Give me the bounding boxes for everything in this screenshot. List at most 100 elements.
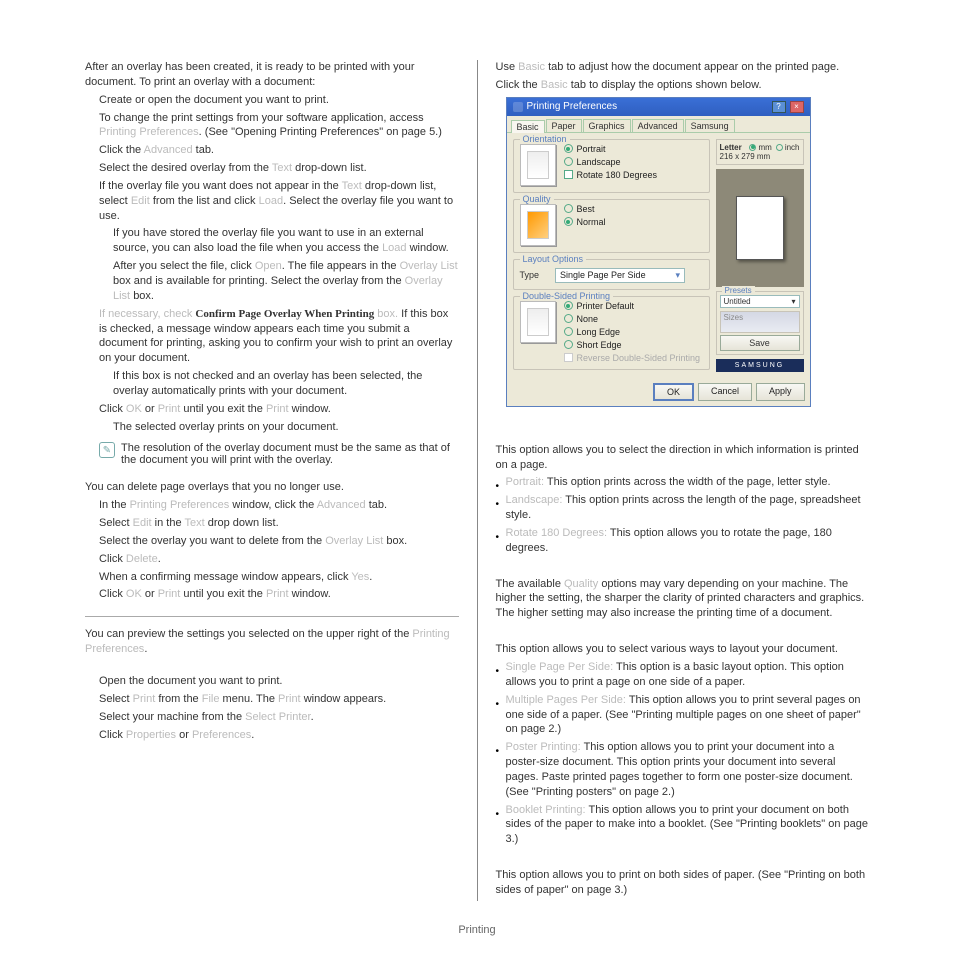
blank: Advanced <box>317 499 366 511</box>
page-footer: Printing <box>0 924 954 936</box>
quality-thumb <box>520 204 556 246</box>
paper-info: Letter mm inch 216 x 279 mm <box>716 139 804 165</box>
blank: File <box>202 693 220 705</box>
basic-intro2: Click the Basic tab to display the optio… <box>496 78 870 93</box>
blank: Advanced <box>144 144 193 156</box>
tab-samsung[interactable]: Samsung <box>685 119 735 132</box>
blank: OK <box>126 588 142 600</box>
radio-long-edge[interactable]: Long Edge <box>564 327 701 337</box>
step-sub: The selected overlay prints on your docu… <box>85 420 459 435</box>
blank: Single Page Per Side: <box>506 661 614 673</box>
group-double-sided: Double-Sided Printing Printer Default No… <box>513 296 710 370</box>
step: If the overlay file you want does not ap… <box>85 179 459 224</box>
save-button[interactable]: Save <box>720 335 800 351</box>
bullet-portrait: Portrait: This option prints across the … <box>496 475 870 490</box>
chevron-down-icon: ▾ <box>675 270 680 281</box>
dialog-title: Printing Preferences <box>527 101 618 112</box>
blank: Overlay List <box>400 260 458 272</box>
bullet-booklet: Booklet Printing: This option allows you… <box>496 803 870 848</box>
chevron-down-icon: ▾ <box>791 297 795 306</box>
blank: Printing Preferences <box>130 499 230 511</box>
dsp-thumb <box>520 301 556 343</box>
blank: Print <box>266 588 289 600</box>
group-quality: Quality Best Normal <box>513 199 710 253</box>
blank: Print <box>158 588 181 600</box>
bullet-poster: Poster Printing: This option allows you … <box>496 740 870 799</box>
page-preview <box>716 169 804 287</box>
step-sub: If you have stored the overlay file you … <box>85 226 459 256</box>
step: Select Print from the File menu. The Pri… <box>85 692 459 707</box>
blank: Preferences <box>192 729 251 741</box>
tab-paper[interactable]: Paper <box>546 119 582 132</box>
radio-printer-default[interactable]: Printer Default <box>564 301 701 311</box>
apply-button[interactable]: Apply <box>756 383 805 401</box>
orientation-desc: This option allows you to select the dir… <box>496 443 870 473</box>
overlay-intro: After an overlay has been created, it is… <box>85 60 459 90</box>
step: Select the desired overlay from the Text… <box>85 161 459 176</box>
group-orientation: Orientation Portrait Landscape Rotate 18… <box>513 139 710 193</box>
basic-intro1: Use Basic tab to adjust how the document… <box>496 60 870 75</box>
step: Click OK or Print until you exit the Pri… <box>85 402 459 417</box>
blank: Printing Preferences <box>99 126 199 138</box>
check-rotate[interactable]: Rotate 180 Degrees <box>564 170 658 180</box>
ok-button[interactable]: OK <box>653 383 694 401</box>
blank: Print <box>266 403 289 415</box>
tab-graphics[interactable]: Graphics <box>583 119 631 132</box>
layout-desc: This option allows you to select various… <box>496 642 870 657</box>
radio-none[interactable]: None <box>564 314 701 324</box>
step: In the Printing Preferences window, clic… <box>85 498 459 513</box>
step: Select the overlay you want to delete fr… <box>85 534 459 549</box>
step-confirm: If necessary, check Confirm Page Overlay… <box>85 307 459 366</box>
radio-best[interactable]: Best <box>564 204 606 214</box>
type-combo[interactable]: Single Page Per Side▾ <box>555 268 685 283</box>
blank: Multiple Pages Per Side: <box>506 694 626 706</box>
radio-landscape[interactable]: Landscape <box>564 157 658 167</box>
step: Select your machine from the Select Prin… <box>85 710 459 725</box>
unit-inch[interactable]: inch <box>776 143 800 152</box>
bullet-landscape: Landscape: This option prints across the… <box>496 493 870 523</box>
blank: Landscape: <box>506 494 563 506</box>
step-sub: If this box is not checked and an overla… <box>85 369 459 399</box>
check-reverse: Reverse Double-Sided Printing <box>564 353 701 363</box>
note-icon: ✎ <box>99 442 115 458</box>
tab-basic[interactable]: Basic <box>511 120 545 133</box>
blank: Quality <box>564 578 598 590</box>
blank: Basic <box>518 61 545 73</box>
preset-combo[interactable]: Untitled▾ <box>720 295 800 308</box>
blank: Print <box>278 693 301 705</box>
step: Click Delete. <box>85 552 459 567</box>
blank: Load <box>259 195 283 207</box>
blank: Text <box>342 180 362 192</box>
blank: Basic <box>541 79 568 91</box>
close-button[interactable]: × <box>790 101 804 113</box>
help-button[interactable]: ? <box>772 101 786 113</box>
step: Click OK or Print until you exit the Pri… <box>85 587 459 602</box>
radio-normal[interactable]: Normal <box>564 217 606 227</box>
type-label: Type <box>520 270 540 280</box>
unit-mm[interactable]: mm <box>749 143 771 152</box>
step: Open the document you want to print. <box>85 674 459 689</box>
step: Click Properties or Preferences. <box>85 728 459 743</box>
dsp-desc: This option allows you to print on both … <box>496 868 870 898</box>
cancel-button[interactable]: Cancel <box>698 383 752 401</box>
blank: Text <box>184 517 204 529</box>
preview-intro: You can preview the settings you selecte… <box>85 627 459 657</box>
group-layout: Layout Options Type Single Page Per Side… <box>513 259 710 290</box>
blank: Load <box>382 242 406 254</box>
presets-group: Presets Untitled▾ Sizes Save <box>716 291 804 355</box>
blank: OK <box>126 403 142 415</box>
blank: Print <box>133 693 156 705</box>
blank: Overlay List <box>325 535 383 547</box>
preset-list: Sizes <box>720 311 800 333</box>
step: When a confirming message window appears… <box>85 570 459 585</box>
blank: Text <box>272 162 292 174</box>
radio-short-edge[interactable]: Short Edge <box>564 340 701 350</box>
radio-portrait[interactable]: Portrait <box>564 144 658 154</box>
blank: Booklet Printing: <box>506 804 586 816</box>
step-sub: After you select the file, click Open. T… <box>85 259 459 304</box>
tab-advanced[interactable]: Advanced <box>632 119 684 132</box>
bullet-single-page: Single Page Per Side: This option is a b… <box>496 660 870 690</box>
blank: Rotate 180 Degrees: <box>506 527 608 539</box>
blank: Open <box>255 260 282 272</box>
bullet-multi-page: Multiple Pages Per Side: This option all… <box>496 693 870 738</box>
